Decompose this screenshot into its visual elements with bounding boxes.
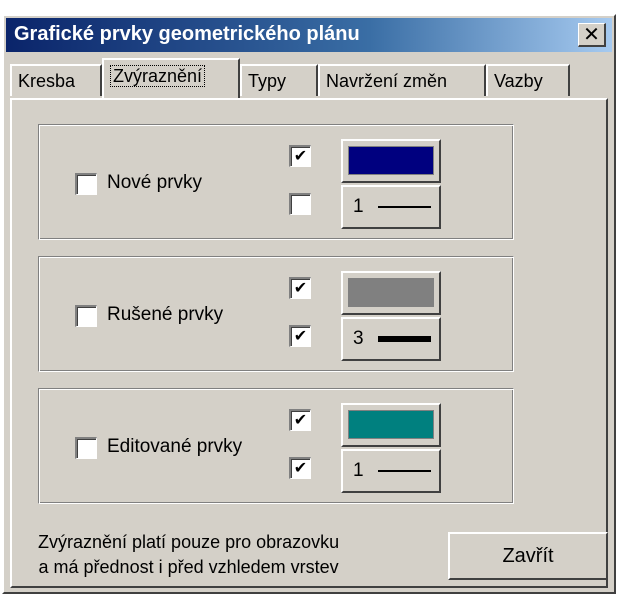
highlight-note-line2: a má přednost i před vzhledem vrstev [38, 557, 339, 577]
deleted-elements-line-button[interactable]: 3 [341, 317, 441, 361]
highlight-note: Zvýraznění platí pouze pro obrazovku a m… [38, 530, 339, 580]
group-deleted-elements: Rušené prvky ✔ ✔ 3 [38, 256, 514, 372]
new-elements-color-button[interactable] [341, 139, 441, 183]
line-width-display: 1 [353, 460, 431, 482]
tab-navrzeni-zmen[interactable]: Navržení změn [318, 64, 486, 96]
new-elements-color-checkbox[interactable]: ✔ [289, 145, 311, 167]
tab-vazby[interactable]: Vazby [486, 64, 570, 96]
close-button[interactable]: Zavřít [448, 532, 608, 580]
new-elements-line-checkbox[interactable] [289, 193, 311, 215]
tab-panel-zvyrazneni: Nové prvky ✔ 1 Rušené prvky ✔ ✔ 3 Editov… [10, 98, 608, 588]
deleted-elements-color-button[interactable] [341, 271, 441, 315]
tab-navrzeni-zmen-label: Navržení změn [326, 71, 448, 91]
line-width-value: 1 [353, 460, 364, 481]
tab-typy[interactable]: Typy [240, 64, 318, 96]
highlight-note-line1: Zvýraznění platí pouze pro obrazovku [38, 532, 340, 552]
group-edited-elements: Editované prvky ✔ ✔ 1 [38, 388, 514, 504]
checkmark-icon: ✔ [293, 279, 308, 297]
line-width-value: 3 [353, 328, 364, 349]
new-elements-line-button[interactable]: 1 [341, 185, 441, 229]
checkmark-icon: ✔ [293, 411, 308, 429]
checkmark-icon: ✔ [293, 147, 308, 165]
line-sample [377, 336, 431, 342]
deleted-elements-color-checkbox[interactable]: ✔ [289, 277, 311, 299]
line-sample [377, 206, 431, 208]
new-elements-label: Nové prvky [107, 172, 203, 193]
checkmark-icon: ✔ [293, 327, 308, 345]
line-width-value: 1 [353, 196, 364, 217]
window-title: Grafické prvky geometrického plánu [14, 23, 360, 45]
close-icon: ✕ [583, 23, 600, 46]
deleted-elements-label: Rušené prvky [107, 304, 224, 325]
line-width-display: 1 [353, 196, 431, 218]
edited-elements-checkbox[interactable] [75, 437, 97, 459]
close-window-button[interactable]: ✕ [578, 23, 606, 47]
tab-zvyrazneni-label: Zvýraznění [110, 65, 206, 87]
edited-elements-line-button[interactable]: 1 [341, 449, 441, 493]
color-swatch [348, 146, 434, 175]
edited-elements-label: Editované prvky [107, 436, 243, 457]
line-width-display: 3 [353, 328, 431, 350]
tab-zvyrazneni[interactable]: Zvýraznění [102, 58, 240, 98]
tab-vazby-label: Vazby [494, 71, 543, 91]
new-elements-checkbox[interactable] [75, 173, 97, 195]
edited-elements-color-checkbox[interactable]: ✔ [289, 409, 311, 431]
tab-kresba-label: Kresba [18, 71, 76, 91]
tab-typy-label: Typy [248, 71, 287, 91]
edited-elements-line-checkbox[interactable]: ✔ [289, 457, 311, 479]
color-swatch [348, 278, 434, 307]
line-sample [377, 470, 431, 472]
dialog-window: Grafické prvky geometrického plánu ✕ Kre… [2, 14, 616, 594]
deleted-elements-line-checkbox[interactable]: ✔ [289, 325, 311, 347]
tab-kresba[interactable]: Kresba [10, 64, 102, 96]
title-bar[interactable]: Grafické prvky geometrického plánu ✕ [6, 18, 612, 52]
deleted-elements-checkbox[interactable] [75, 305, 97, 327]
group-new-elements: Nové prvky ✔ 1 [38, 124, 514, 240]
checkmark-icon: ✔ [293, 459, 308, 477]
edited-elements-color-button[interactable] [341, 403, 441, 447]
color-swatch [348, 410, 434, 439]
